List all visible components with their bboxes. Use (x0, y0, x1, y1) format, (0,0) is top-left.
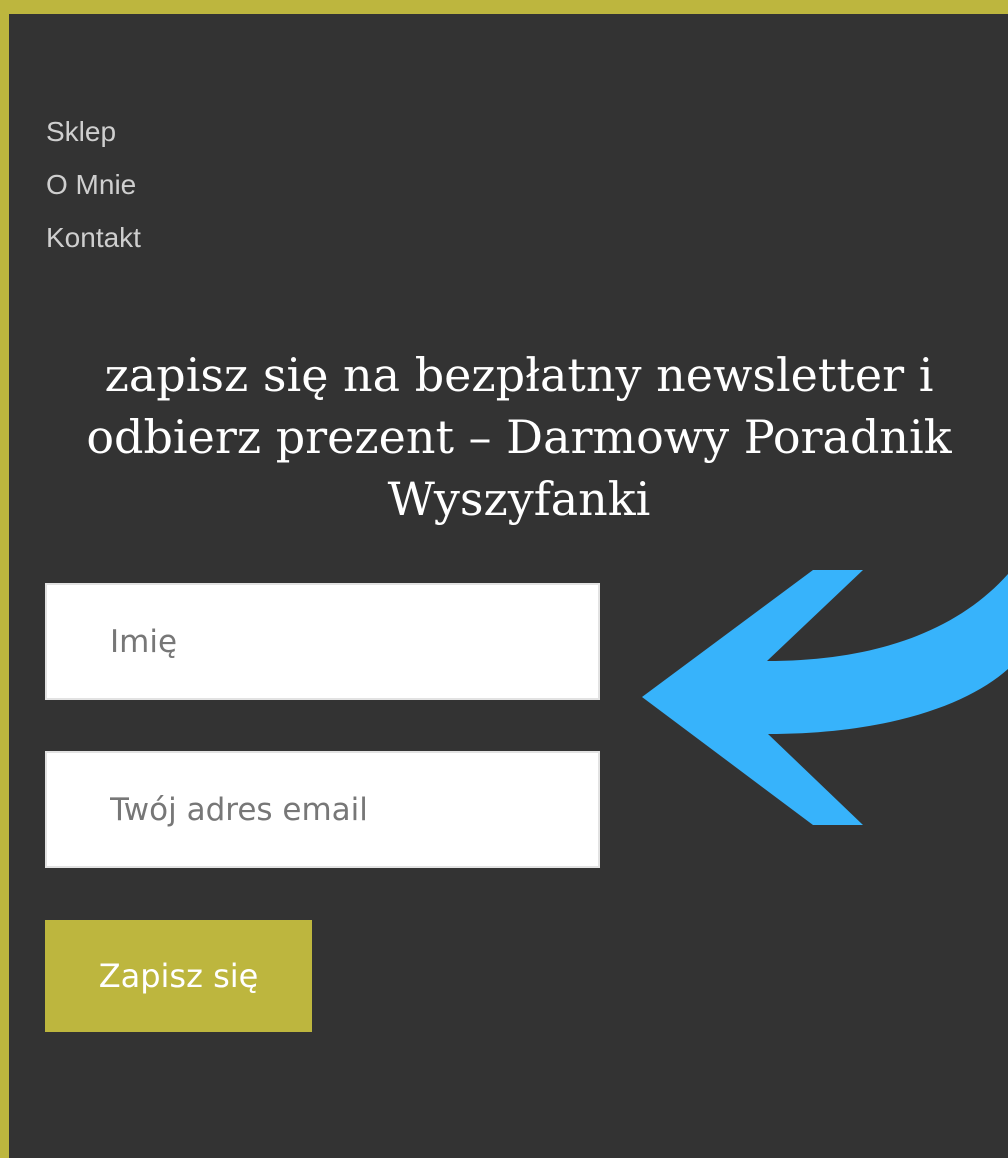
nav-item-kontakt: Kontakt (46, 206, 141, 269)
subscribe-button[interactable]: Zapisz się (45, 920, 312, 1032)
name-input[interactable] (45, 583, 600, 700)
nav-link-kontakt[interactable]: Kontakt (46, 206, 141, 269)
arrow-body (642, 570, 1008, 825)
newsletter-heading: zapisz się na bezpłatny newsletter i odb… (86, 348, 952, 526)
footer-nav: Sklep O Mnie Kontakt (46, 110, 141, 269)
email-input[interactable] (45, 751, 600, 868)
arrow-left-curved-icon (642, 570, 1008, 825)
newsletter-panel: Sklep O Mnie Kontakt zapisz się na bezpł… (9, 14, 1008, 1158)
